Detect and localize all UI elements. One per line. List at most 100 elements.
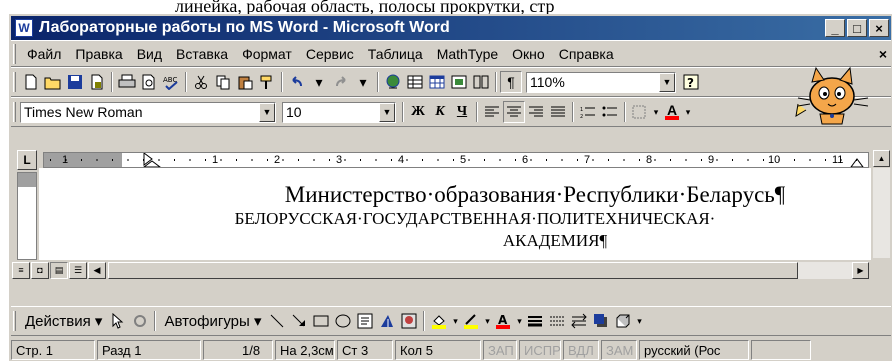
status-language[interactable]: русский (Рос bbox=[639, 340, 749, 360]
help-icon[interactable]: ? bbox=[680, 71, 702, 93]
borders-dropdown-icon[interactable]: ▾ bbox=[651, 101, 661, 123]
line-color-icon[interactable] bbox=[460, 310, 482, 332]
status-extend[interactable]: ВДЛ bbox=[563, 340, 599, 360]
arrow-icon[interactable] bbox=[288, 310, 310, 332]
horizontal-ruler[interactable]: 1 1 2 3 4 5 6 7 8 9 10 11 bbox=[43, 152, 869, 168]
menu-mathtype[interactable]: MathType bbox=[430, 46, 505, 62]
drawing-toolbar-grip[interactable] bbox=[13, 311, 16, 331]
tab-selector-button[interactable]: L bbox=[17, 150, 37, 170]
print-preview-icon[interactable] bbox=[138, 71, 160, 93]
tables-borders-icon[interactable] bbox=[404, 71, 426, 93]
align-center-icon[interactable] bbox=[503, 101, 525, 123]
menu-window[interactable]: Окно bbox=[505, 46, 552, 62]
menu-help[interactable]: Справка bbox=[552, 46, 621, 62]
menu-view[interactable]: Вид bbox=[130, 46, 169, 62]
font-size-combo[interactable]: 10 ▼ bbox=[282, 101, 396, 123]
vertical-ruler[interactable] bbox=[17, 172, 37, 260]
borders-icon[interactable] bbox=[629, 101, 651, 123]
numbering-icon[interactable]: 12 bbox=[577, 101, 599, 123]
arrow-style-icon[interactable] bbox=[568, 310, 590, 332]
status-record[interactable]: ЗАП bbox=[483, 340, 517, 360]
draw-font-color-icon[interactable]: A bbox=[492, 310, 514, 332]
spelling-icon[interactable]: ABC bbox=[160, 71, 182, 93]
new-document-icon[interactable] bbox=[20, 71, 42, 93]
select-objects-icon[interactable] bbox=[107, 310, 129, 332]
free-rotate-icon[interactable] bbox=[129, 310, 151, 332]
menu-edit[interactable]: Правка bbox=[68, 46, 129, 62]
paste-icon[interactable] bbox=[234, 71, 256, 93]
hyperlink-icon[interactable] bbox=[382, 71, 404, 93]
word-app-icon[interactable]: W bbox=[15, 19, 33, 37]
standard-toolbar-grip[interactable] bbox=[13, 72, 16, 92]
fill-color-icon[interactable] bbox=[428, 310, 450, 332]
horizontal-scrollbar-thumb[interactable] bbox=[108, 261, 798, 279]
bold-button[interactable]: Ж bbox=[407, 101, 429, 123]
oval-icon[interactable] bbox=[332, 310, 354, 332]
font-color-button[interactable]: A bbox=[661, 101, 683, 123]
redo-icon[interactable] bbox=[330, 71, 352, 93]
menu-format[interactable]: Формат bbox=[235, 46, 299, 62]
align-left-icon[interactable] bbox=[481, 101, 503, 123]
outline-view-icon[interactable]: ☰ bbox=[69, 261, 87, 279]
underline-button[interactable]: Ч bbox=[451, 101, 473, 123]
vertical-scrollbar-track[interactable] bbox=[873, 168, 890, 258]
document-close-button[interactable]: × bbox=[879, 46, 887, 62]
clipart-icon[interactable] bbox=[398, 310, 420, 332]
scroll-up-button[interactable]: ▲ bbox=[873, 150, 890, 167]
font-color-dropdown-icon[interactable]: ▾ bbox=[683, 101, 693, 123]
status-track-changes[interactable]: ИСПР bbox=[519, 340, 561, 360]
menu-table[interactable]: Таблица bbox=[361, 46, 430, 62]
justify-icon[interactable] bbox=[547, 101, 569, 123]
italic-button[interactable]: К bbox=[429, 101, 451, 123]
minimize-button[interactable]: _ bbox=[825, 19, 845, 37]
font-combo[interactable]: Times New Roman ▼ bbox=[20, 101, 276, 123]
save-icon[interactable] bbox=[64, 71, 86, 93]
cut-icon[interactable] bbox=[190, 71, 212, 93]
formatting-toolbar-grip[interactable] bbox=[13, 102, 16, 122]
copy-icon[interactable] bbox=[212, 71, 234, 93]
bullets-icon[interactable] bbox=[599, 101, 621, 123]
line-style-icon[interactable] bbox=[524, 310, 546, 332]
open-folder-icon[interactable] bbox=[42, 71, 64, 93]
scroll-right-button[interactable]: ▶ bbox=[852, 261, 869, 279]
normal-view-icon[interactable]: ≡ bbox=[12, 261, 30, 279]
undo-icon[interactable] bbox=[286, 71, 308, 93]
close-button[interactable]: × bbox=[869, 19, 889, 37]
show-hide-marks-button[interactable]: ¶ bbox=[500, 71, 522, 93]
draw-font-color-dropdown-icon[interactable]: ▾ bbox=[514, 310, 524, 332]
print-layout-icon[interactable]: ▤ bbox=[50, 261, 68, 279]
shadow-icon[interactable] bbox=[590, 310, 612, 332]
line-color-dropdown-icon[interactable]: ▾ bbox=[482, 310, 492, 332]
columns-icon[interactable] bbox=[470, 71, 492, 93]
print-icon[interactable] bbox=[116, 71, 138, 93]
wordart-icon[interactable] bbox=[376, 310, 398, 332]
fill-color-dropdown-icon[interactable]: ▾ bbox=[450, 310, 460, 332]
3d-icon[interactable] bbox=[612, 310, 634, 332]
line-icon[interactable] bbox=[266, 310, 288, 332]
chevron-down-icon[interactable]: ▼ bbox=[259, 102, 275, 122]
document-area[interactable]: Министерство·образования·Республики·Бела… bbox=[39, 168, 871, 260]
zoom-combo[interactable]: 110% ▼ bbox=[526, 71, 676, 93]
maximize-button[interactable]: □ bbox=[847, 19, 867, 37]
draw-more-icon[interactable]: ▾ bbox=[634, 310, 644, 332]
draw-actions-menu[interactable]: Действия ▾ bbox=[20, 312, 107, 330]
undo-dropdown-icon[interactable]: ▾ bbox=[308, 71, 330, 93]
redo-dropdown-icon[interactable]: ▾ bbox=[352, 71, 374, 93]
format-painter-icon[interactable] bbox=[256, 71, 278, 93]
scroll-left-button[interactable]: ◀ bbox=[88, 261, 106, 279]
web-view-icon[interactable]: ◘ bbox=[31, 261, 49, 279]
horizontal-scrollbar-track[interactable] bbox=[108, 261, 852, 279]
status-overtype[interactable]: ЗАМ bbox=[601, 340, 637, 360]
insert-table-icon[interactable] bbox=[426, 71, 448, 93]
align-right-icon[interactable] bbox=[525, 101, 547, 123]
chevron-down-icon[interactable]: ▼ bbox=[659, 72, 675, 92]
permission-icon[interactable] bbox=[86, 71, 108, 93]
menu-tools[interactable]: Сервис bbox=[299, 46, 361, 62]
dash-style-icon[interactable] bbox=[546, 310, 568, 332]
menu-file[interactable]: Файл bbox=[20, 46, 68, 62]
menu-grip[interactable] bbox=[13, 43, 16, 64]
text-box-icon[interactable] bbox=[354, 310, 376, 332]
insert-excel-icon[interactable] bbox=[448, 71, 470, 93]
menu-insert[interactable]: Вставка bbox=[169, 46, 235, 62]
title-bar[interactable]: W Лабораторные работы по MS Word - Micro… bbox=[11, 16, 891, 40]
